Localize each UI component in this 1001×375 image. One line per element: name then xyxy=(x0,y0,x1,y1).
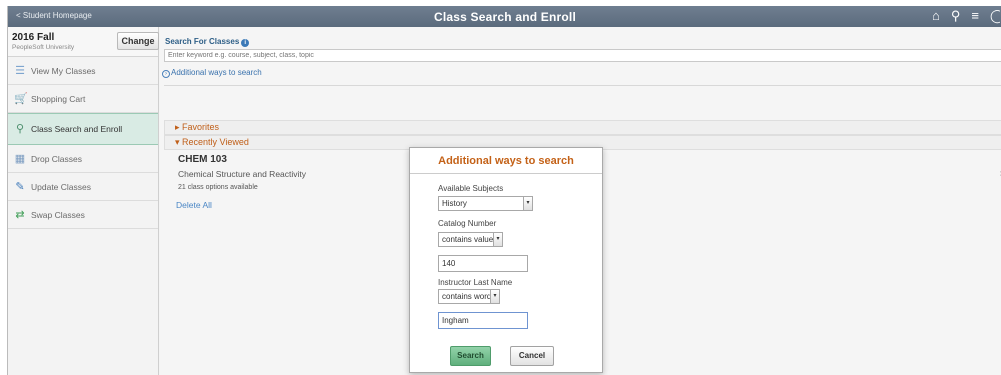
sidebar-item-label: Swap Classes xyxy=(31,209,85,220)
chevron-down-icon: ▾ xyxy=(175,137,183,147)
instructor-label: Instructor Last Name xyxy=(438,278,513,287)
instructor-operator-select[interactable]: contains word ▾ xyxy=(438,289,500,304)
search-icon: ⚲ xyxy=(15,123,25,135)
search-button[interactable]: Search xyxy=(450,346,491,366)
list-icon: ☰ xyxy=(15,64,25,77)
subjects-select[interactable]: History ▾ xyxy=(438,196,533,211)
sidebar-item-label: Update Classes xyxy=(31,181,92,192)
instructor-operator-value: contains word xyxy=(442,292,492,301)
favorites-header[interactable]: ▸ Favorites xyxy=(164,120,1001,135)
favorites-label: Favorites xyxy=(182,122,220,132)
trash-icon: ▦ xyxy=(14,152,26,165)
catalog-operator-value: contains value xyxy=(442,235,494,244)
additional-ways-label: Additional ways to search xyxy=(171,68,262,77)
home-icon[interactable]: ⌂ xyxy=(932,8,940,24)
chevron-down-icon: ▾ xyxy=(490,290,499,303)
cart-icon: 🛒 xyxy=(14,92,28,105)
chevron-down-icon: ▾ xyxy=(523,197,532,210)
chevron-right-icon: ▸ xyxy=(175,122,183,132)
recent-course-title: Chemical Structure and Reactivity xyxy=(178,169,307,179)
recent-course-options: 21 class options available xyxy=(178,184,258,191)
subjects-label: Available Subjects xyxy=(438,184,504,193)
recently-viewed-label: Recently Viewed xyxy=(182,137,249,147)
delete-all-link[interactable]: Delete All xyxy=(176,200,212,210)
change-term-button[interactable]: Change xyxy=(117,32,159,50)
divider xyxy=(164,85,1001,86)
more-icon[interactable]: ◯ xyxy=(990,8,1000,24)
page-title: Class Search and Enroll xyxy=(434,10,576,24)
edit-icon: ✎ xyxy=(15,180,25,193)
term-name: 2016 Fall xyxy=(12,32,55,43)
subjects-value: History xyxy=(442,199,467,208)
catalog-label: Catalog Number xyxy=(438,219,497,228)
additional-ways-link[interactable]: › Additional ways to search xyxy=(162,68,262,78)
additional-search-dialog: Additional ways to search Available Subj… xyxy=(409,147,603,373)
menu-icon[interactable]: ≡ xyxy=(971,8,979,24)
search-icon[interactable]: ⚲ xyxy=(951,8,961,24)
sidebar-item-label: Class Search and Enroll xyxy=(31,124,123,134)
sidebar-item-label: Shopping Cart xyxy=(31,93,86,104)
sidebar-item-view-my-classes[interactable]: ☰ View My Classes xyxy=(8,57,158,85)
cancel-button[interactable]: Cancel xyxy=(510,346,554,366)
institution-name: PeopleSoft University xyxy=(12,44,75,51)
search-input[interactable] xyxy=(164,49,1001,62)
sidebar-item-label: Drop Classes xyxy=(31,153,83,164)
info-icon[interactable]: i xyxy=(241,39,250,47)
catalog-number-input[interactable]: 140 xyxy=(438,255,528,272)
chevron-down-icon: ▾ xyxy=(493,233,502,246)
sidebar-item-drop-classes[interactable]: ▦ Drop Classes xyxy=(8,145,158,173)
swap-icon: ⇄ xyxy=(15,208,25,221)
sidebar-item-swap-classes[interactable]: ⇄ Swap Classes xyxy=(8,201,158,229)
term-selector: 2016 Fall PeopleSoft University Change xyxy=(8,27,159,57)
sidebar: 2016 Fall PeopleSoft University Change ☰… xyxy=(8,27,159,375)
sidebar-item-update-classes[interactable]: ✎ Update Classes xyxy=(8,173,158,201)
search-label: Search For Classes i xyxy=(165,37,250,47)
catalog-operator-select[interactable]: contains value ▾ xyxy=(438,232,503,247)
instructor-last-name-input[interactable]: Ingham xyxy=(438,312,528,329)
arrow-right-icon: › xyxy=(162,70,170,78)
top-bar: < Student Homepage Class Search and Enro… xyxy=(8,6,1001,27)
sidebar-item-class-search[interactable]: ⚲ Class Search and Enroll xyxy=(8,113,158,145)
recent-course-code[interactable]: CHEM 103 xyxy=(178,154,227,165)
dialog-title: Additional ways to search xyxy=(410,148,602,174)
search-label-text: Search For Classes xyxy=(165,37,240,46)
header-icons: ⌂ ⚲ ≡ ◯ xyxy=(932,8,1000,24)
sidebar-item-shopping-cart[interactable]: 🛒 Shopping Cart xyxy=(8,85,158,113)
sidebar-item-label: View My Classes xyxy=(31,65,96,76)
